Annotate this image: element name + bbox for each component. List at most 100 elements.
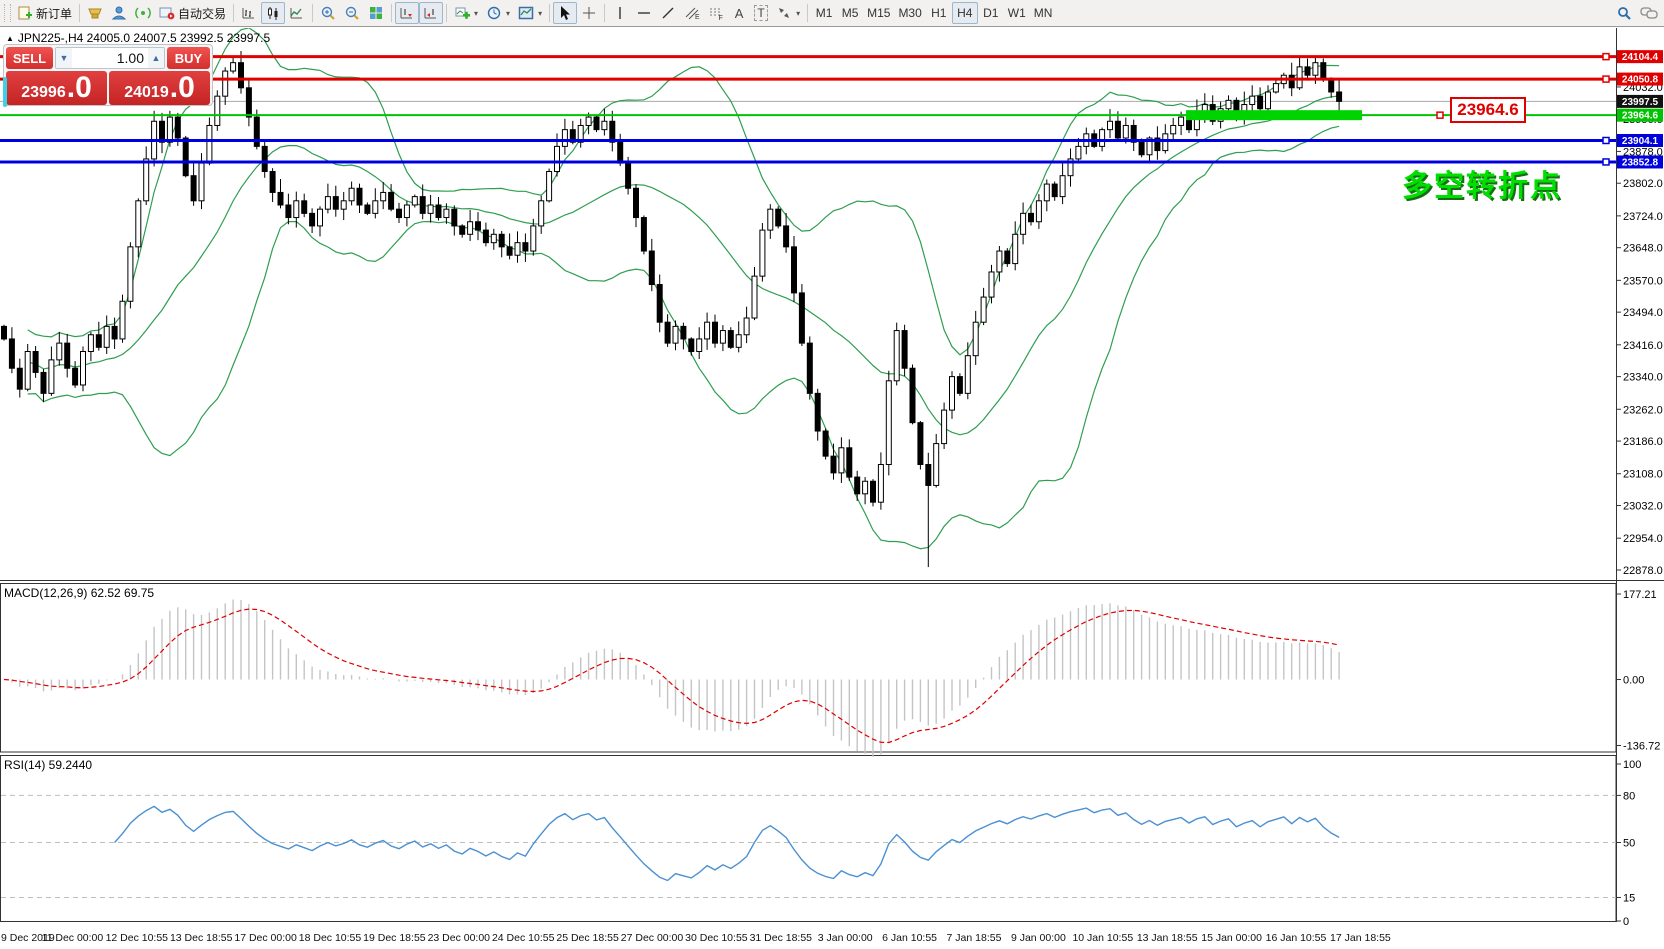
one-click-trading-panel: SELL ▼ 1.00 ▲ BUY 23996 .0 24019 .0 <box>3 44 213 106</box>
svg-text:30 Dec 10:55: 30 Dec 10:55 <box>685 932 748 944</box>
clock-icon <box>486 5 502 21</box>
auto-scroll-button[interactable] <box>395 2 419 24</box>
sell-button[interactable]: SELL <box>6 47 53 69</box>
auto-trading-icon <box>159 5 175 21</box>
chart-annotation-text[interactable]: 多空转折点 <box>1402 161 1562 205</box>
svg-text:22954.0: 22954.0 <box>1623 533 1663 545</box>
signals-button[interactable] <box>131 2 155 24</box>
rsi-indicator-label: RSI(14) 59.2440 <box>4 758 92 772</box>
crosshair-icon <box>581 5 597 21</box>
svg-text:31 Dec 18:55: 31 Dec 18:55 <box>750 932 813 944</box>
new-order-label: 新订单 <box>36 5 72 22</box>
timeframe-m1[interactable]: M1 <box>811 2 837 24</box>
sell-price-main: 23996 <box>21 76 66 110</box>
vertical-line-button[interactable] <box>608 2 632 24</box>
volume-value[interactable]: 1.00 <box>72 50 148 66</box>
crosshair-button[interactable] <box>577 2 601 24</box>
buy-price-main: 24019 <box>124 76 169 110</box>
svg-text:23570.0: 23570.0 <box>1623 275 1663 287</box>
equidistant-channel-button[interactable]: E <box>680 2 704 24</box>
new-order-icon <box>17 5 33 21</box>
separator <box>233 4 234 22</box>
search-button[interactable] <box>1612 2 1636 24</box>
zoom-out-button[interactable] <box>340 2 364 24</box>
chart-canvas: 24032.023956.023878.023802.023724.023648… <box>0 0 1664 949</box>
timeframe-m15[interactable]: M15 <box>863 2 894 24</box>
chart-shift-button[interactable] <box>419 2 443 24</box>
contacts-button[interactable] <box>107 2 131 24</box>
signal-icon <box>135 5 151 21</box>
svg-text:13 Dec 18:55: 13 Dec 18:55 <box>170 932 233 944</box>
separator <box>604 4 605 22</box>
collapse-triangle-icon[interactable]: ▲ <box>6 34 14 43</box>
templates-button[interactable]: ▾ <box>514 2 546 24</box>
arrows-tool-button[interactable]: ▾ <box>772 2 804 24</box>
text-label-button[interactable]: T <box>750 2 772 24</box>
dropdown-caret: ▾ <box>538 9 542 18</box>
svg-text:27 Dec 00:00: 27 Dec 00:00 <box>621 932 684 944</box>
line-chart-button[interactable] <box>285 2 309 24</box>
timeframe-w1[interactable]: W1 <box>1004 2 1030 24</box>
bar-chart-button[interactable] <box>237 2 261 24</box>
time-axis: 9 Dec 201911 Dec 00:0012 Dec 10:5513 Dec… <box>1 932 1391 944</box>
main-toolbar: 新订单 自动交易 <box>0 0 1664 27</box>
separator <box>391 4 392 22</box>
periods-button[interactable]: ▾ <box>482 2 514 24</box>
timeframe-h4[interactable]: H4 <box>952 2 978 24</box>
timeframe-mn[interactable]: MN <box>1030 2 1057 24</box>
svg-text:6 Jan 10:55: 6 Jan 10:55 <box>882 932 937 944</box>
depth-of-market-button[interactable] <box>83 2 107 24</box>
horizontal-line-price-label[interactable]: 23964.6 <box>1450 97 1526 123</box>
svg-text:16 Jan 10:55: 16 Jan 10:55 <box>1266 932 1327 944</box>
timeframe-d1[interactable]: D1 <box>978 2 1004 24</box>
text-tool-icon: A <box>735 6 744 21</box>
svg-text:23416.0: 23416.0 <box>1623 340 1663 352</box>
svg-text:0.00: 0.00 <box>1623 675 1644 687</box>
buy-price-big: .0 <box>170 71 195 105</box>
indicators-plus-icon <box>454 5 470 21</box>
trendline-button[interactable] <box>656 2 680 24</box>
svg-text:12 Dec 10:55: 12 Dec 10:55 <box>106 932 169 944</box>
svg-text:0: 0 <box>1623 916 1629 928</box>
svg-text:23340.0: 23340.0 <box>1623 372 1663 384</box>
panel-drag-handle[interactable] <box>3 77 7 107</box>
tile-windows-icon <box>368 5 384 21</box>
auto-trading-button[interactable]: 自动交易 <box>155 2 230 24</box>
cursor-button[interactable] <box>553 2 577 24</box>
svg-text:23 Dec 00:00: 23 Dec 00:00 <box>428 932 491 944</box>
search-icon <box>1616 5 1632 21</box>
svg-text:23802.0: 23802.0 <box>1623 178 1663 190</box>
separator <box>79 4 80 22</box>
zoom-in-button[interactable] <box>316 2 340 24</box>
macd-indicator-label: MACD(12,26,9) 62.52 69.75 <box>4 586 154 600</box>
timeframe-m30[interactable]: M30 <box>894 2 925 24</box>
chart-shift-icon <box>423 5 439 21</box>
svg-text:11 Dec 00:00: 11 Dec 00:00 <box>42 932 104 944</box>
buy-button[interactable]: BUY <box>167 47 210 69</box>
svg-text:23186.0: 23186.0 <box>1623 436 1663 448</box>
arrows-icon <box>776 5 792 21</box>
svg-text:-136.72: -136.72 <box>1623 741 1660 753</box>
svg-text:E: E <box>695 14 700 21</box>
dropdown-caret: ▾ <box>474 9 478 18</box>
volume-up-button[interactable]: ▲ <box>148 48 164 68</box>
toolbar-grip[interactable] <box>4 4 11 22</box>
tile-windows-button[interactable] <box>364 2 388 24</box>
indicators-button[interactable]: ▾ <box>450 2 482 24</box>
timeframe-m5[interactable]: M5 <box>837 2 863 24</box>
timeframe-group: M1M5M15M30H1H4D1W1MN <box>811 2 1056 24</box>
fibonacci-button[interactable]: F <box>704 2 728 24</box>
new-order-button[interactable]: 新订单 <box>13 2 76 24</box>
fibonacci-icon: F <box>708 5 724 21</box>
zoom-in-icon <box>320 5 336 21</box>
sell-price-big: .0 <box>67 71 92 105</box>
text-tool-button[interactable]: A <box>728 2 750 24</box>
chat-button[interactable] <box>1636 2 1662 24</box>
buy-price-display[interactable]: 24019 .0 <box>109 71 210 105</box>
candlestick-chart-button[interactable] <box>261 2 285 24</box>
horizontal-line-button[interactable] <box>632 2 656 24</box>
timeframe-h1[interactable]: H1 <box>926 2 952 24</box>
svg-text:25 Dec 18:55: 25 Dec 18:55 <box>556 932 619 944</box>
volume-down-button[interactable]: ▼ <box>56 48 72 68</box>
sell-price-display[interactable]: 23996 .0 <box>6 71 107 105</box>
